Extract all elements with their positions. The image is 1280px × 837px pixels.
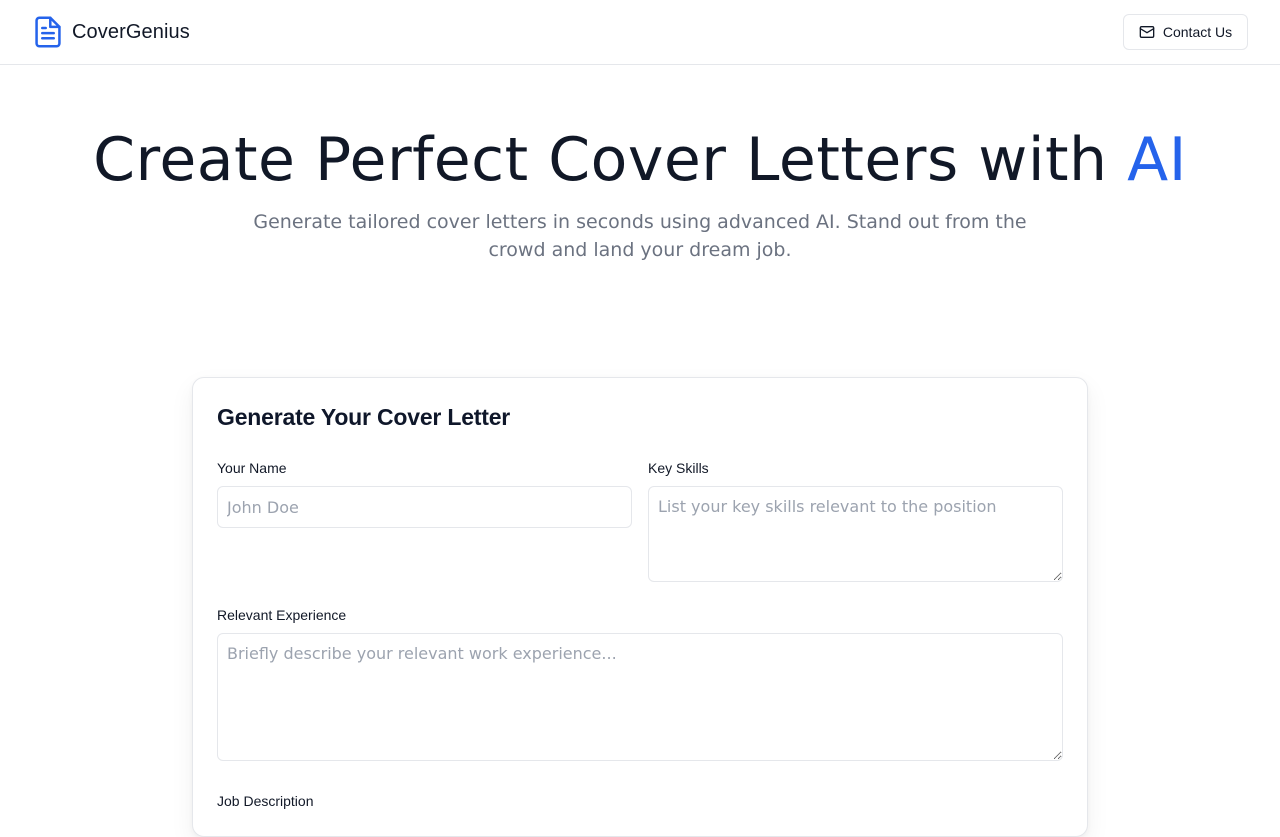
contact-us-label: Contact Us: [1162, 24, 1233, 40]
skills-textarea[interactable]: [648, 486, 1063, 582]
skills-label: Key Skills: [648, 460, 709, 476]
cover-letter-form-card: Generate Your Cover Letter Your Name Key…: [192, 377, 1088, 837]
form-title: Generate Your Cover Letter: [217, 404, 511, 430]
mail-icon: [1139, 26, 1155, 38]
site-header: CoverGenius Contact Us: [0, 0, 1280, 65]
hero-title: Create Perfect Cover Letters with AI: [0, 124, 1280, 196]
experience-label: Relevant Experience: [217, 607, 347, 623]
hero-title-main: Create Perfect Cover Letters with: [93, 125, 1128, 195]
name-label: Your Name: [217, 460, 287, 476]
name-input[interactable]: [217, 486, 632, 528]
file-text-icon: [35, 16, 61, 48]
hero-title-accent: AI: [1127, 125, 1187, 195]
job-description-label: Job Description: [217, 793, 314, 809]
brand-name: CoverGenius: [72, 20, 190, 43]
contact-us-button[interactable]: Contact Us: [1123, 14, 1248, 50]
hero-subtitle: Generate tailored cover letters in secon…: [253, 211, 1027, 261]
brand-logo[interactable]: CoverGenius: [34, 16, 190, 48]
experience-textarea[interactable]: [217, 633, 1063, 761]
